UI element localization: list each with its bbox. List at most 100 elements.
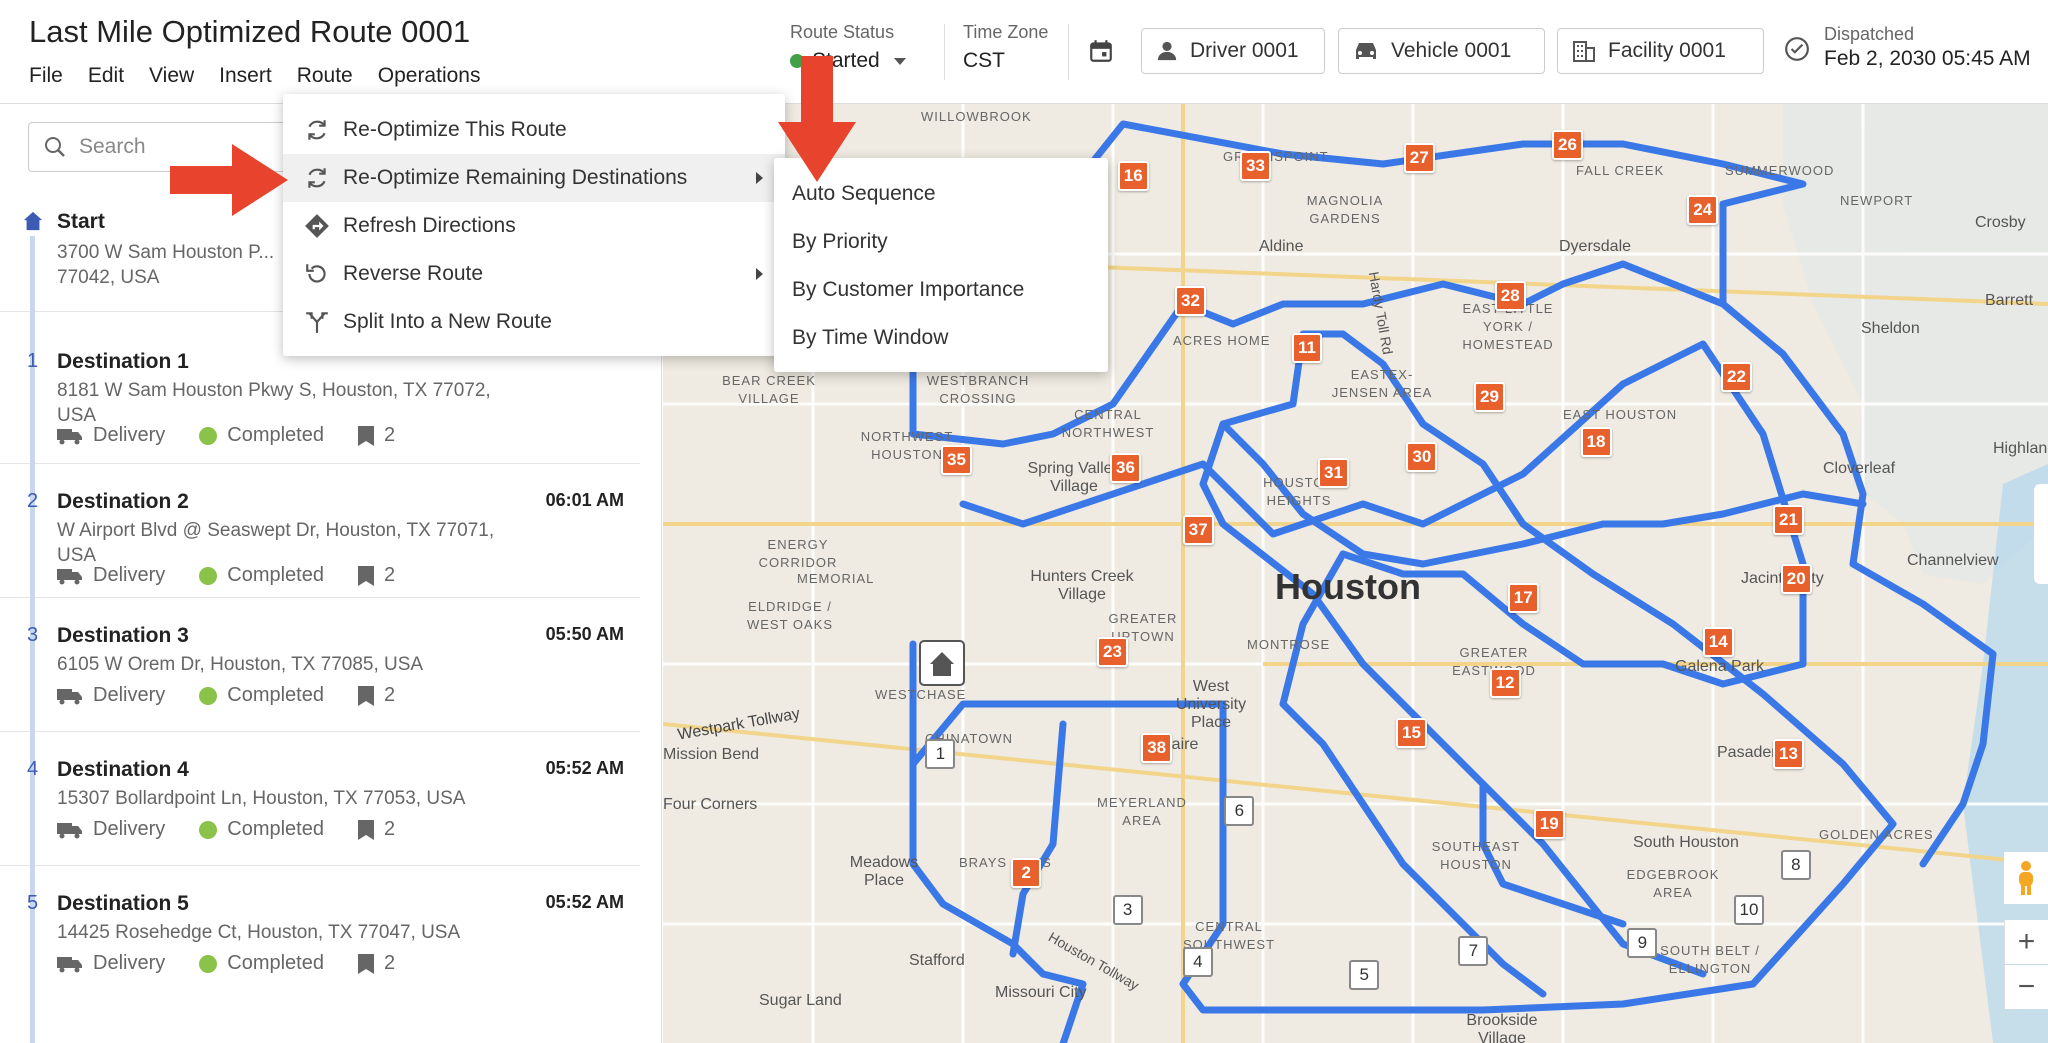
stop-time: 05:50 AM [545,624,624,644]
stop-marker[interactable]: 20 [1780,564,1812,595]
building-icon [1573,41,1595,62]
stop-address: 3700 W Sam Houston P... 77042, USA [57,242,275,288]
menu-item-reverse-route[interactable]: Reverse Route [283,250,785,298]
truck-icon [57,956,82,972]
stop-marker[interactable]: 37 [1182,515,1214,545]
stop-name: Destination 2 [57,490,189,513]
stop-row[interactable]: 2 Destination 2 06:01 AM W Airport Blvd … [0,464,640,598]
map-label: GOLDEN ACRES [1819,827,1934,842]
stop-time: 06:01 AM [545,490,624,510]
menu-item-label: Re-Optimize Remaining Destinations [343,166,688,189]
stop-marker[interactable]: 8 [1780,850,1811,881]
stop-address: 15307 Bollardpoint Ln, Houston, TX 77053… [57,788,466,809]
check-circle-icon [1784,36,1810,67]
search-icon [45,137,65,157]
stop-marker[interactable]: 14 [1702,626,1734,657]
stop-marker[interactable]: 29 [1474,382,1505,413]
menu-edit[interactable]: Edit [88,64,124,88]
stop-marker[interactable]: 23 [1097,637,1128,668]
stop-marker[interactable]: 21 [1773,504,1804,535]
driver-button[interactable]: Driver 0001 [1141,28,1325,74]
stop-name: Destination 4 [57,758,189,781]
stop-marker[interactable]: 26 [1552,130,1583,161]
menu-operations[interactable]: Operations [378,64,481,88]
stop-time: 05:52 AM [545,892,624,912]
stop-marker[interactable]: 32 [1175,286,1206,317]
stop-name: Destination 1 [57,350,189,373]
stop-marker[interactable]: 11 [1292,333,1322,363]
status-dot [199,954,218,973]
stop-count: 2 [383,818,396,840]
stop-marker[interactable]: 1 [925,738,956,769]
menu-view[interactable]: View [149,64,194,88]
stop-count: 2 [383,564,396,586]
stop-marker[interactable]: 27 [1403,143,1435,174]
car-icon [1356,43,1376,59]
stop-marker[interactable]: 5 [1349,959,1380,990]
stop-marker[interactable]: 19 [1533,808,1565,839]
stop-marker[interactable]: 28 [1494,281,1526,311]
menu-item-reoptimize-remaining[interactable]: Re-Optimize Remaining Destinations [283,154,785,202]
stop-marker[interactable]: 35 [941,444,972,475]
menu-route[interactable]: Route [297,64,353,88]
stop-marker[interactable]: 7 [1458,936,1489,967]
stop-marker[interactable]: 15 [1396,717,1427,748]
map-label: Four Corners [663,796,758,813]
stop-marker[interactable]: 22 [1721,361,1752,392]
stop-marker[interactable]: 16 [1117,161,1149,192]
map-label: West University Place [1175,678,1247,731]
map-label: EAST HOUSTON [1563,407,1678,422]
stop-marker[interactable]: 2 [1011,858,1042,889]
stop-marker[interactable]: 36 [1110,452,1141,483]
map-label: WESTCHASE [875,687,967,702]
menu-item-label: Refresh Directions [343,214,516,237]
vehicle-button[interactable]: Vehicle 0001 [1338,28,1545,74]
stop-row[interactable]: 3 Destination 3 05:50 AM 6105 W Orem Dr,… [0,598,640,732]
stop-marker[interactable]: 12 [1489,668,1521,699]
street-view-icon[interactable] [2004,852,2048,904]
submenu-auto-sequence[interactable]: Auto Sequence [792,182,936,206]
stop-row[interactable]: 5 Destination 5 05:52 AM 14425 Rosehedge… [0,866,640,1043]
zoom-out-button[interactable]: − [2004,965,2048,1009]
stop-marker[interactable]: 10 [1734,894,1764,925]
menu-item-split-route[interactable]: Split Into a New Route [283,298,785,346]
stop-meta: Delivery Completed 2 [57,424,429,447]
map-label: Highlands [1993,440,2048,457]
stop-marker[interactable]: 38 [1141,733,1173,764]
menu-file[interactable]: File [29,64,63,88]
stop-marker[interactable]: 18 [1580,426,1612,457]
stop-marker[interactable]: 6 [1224,795,1255,826]
stop-row[interactable]: 4 Destination 4 05:52 AM 15307 Bollardpo… [0,732,640,866]
truck-icon [57,822,82,838]
menu-item-refresh-directions[interactable]: Refresh Directions [283,202,785,250]
calendar-icon[interactable] [1088,38,1114,69]
stop-marker[interactable]: 24 [1687,195,1719,226]
stop-marker[interactable]: 17 [1507,582,1539,613]
menu-insert[interactable]: Insert [219,64,272,88]
map-label: Dyersdale [1559,238,1632,255]
stop-meta: Delivery Completed 2 [57,952,429,975]
map-label: WILLOWBROOK [921,109,1032,124]
map-label: Crosby [1975,214,2026,231]
stop-count: 2 [383,424,396,446]
stop-marker[interactable]: 4 [1182,946,1213,977]
directions-icon [303,212,331,240]
facility-button[interactable]: Facility 0001 [1557,28,1764,74]
submenu-arrow-icon [756,268,763,280]
route-rail [30,236,35,312]
stop-marker[interactable]: 33 [1240,151,1271,181]
stop-marker[interactable]: 31 [1318,457,1349,488]
stop-marker[interactable]: 13 [1773,738,1804,769]
map-panel-toggle[interactable] [2034,484,2048,584]
stop-status: Completed [227,818,324,840]
submenu-by-time-window[interactable]: By Time Window [792,326,948,350]
refresh-icon [303,116,331,144]
stop-marker[interactable]: 9 [1627,928,1658,959]
home-marker [919,640,965,686]
zoom-in-button[interactable]: + [2004,920,2048,964]
stop-marker[interactable]: 3 [1112,894,1143,925]
menu-item-reoptimize-route[interactable]: Re-Optimize This Route [283,106,785,154]
stop-marker[interactable]: 30 [1406,442,1438,473]
submenu-by-customer-importance[interactable]: By Customer Importance [792,278,1024,302]
submenu-by-priority[interactable]: By Priority [792,230,888,254]
